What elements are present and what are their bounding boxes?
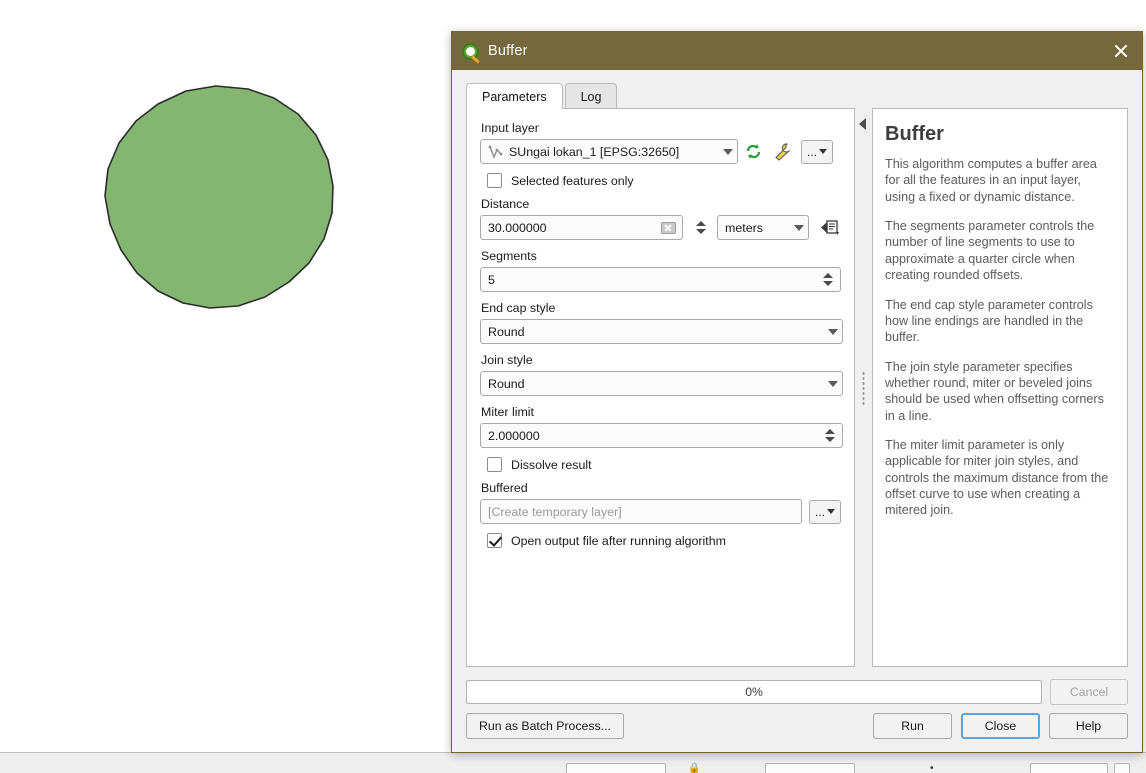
segments-input[interactable]: 5 xyxy=(480,267,841,292)
help-paragraph-1: This algorithm computes a buffer area fo… xyxy=(885,157,1097,204)
tab-log-label: Log xyxy=(580,89,602,104)
buffered-output-input[interactable]: [Create temporary layer] xyxy=(480,499,802,524)
buffer-polygon-feature xyxy=(104,85,334,309)
parameters-panel: Input layer SUngai lokan_1 [EPSG:32650] … xyxy=(466,108,855,667)
help-button-label: Help xyxy=(1075,719,1102,733)
buffer-dialog: Buffer Parameters Log Input layer SUngai… xyxy=(451,31,1143,753)
join-style-combo[interactable]: Round xyxy=(480,371,843,396)
selected-features-only-label: Selected features only xyxy=(511,173,634,188)
open-output-label: Open output file after running algorithm xyxy=(511,533,726,548)
progress-text: 0% xyxy=(745,685,763,699)
join-style-value: Round xyxy=(488,376,525,391)
chevron-down-icon xyxy=(794,224,804,231)
open-output-row[interactable]: Open output file after running algorithm xyxy=(487,533,841,548)
buffered-browse-button[interactable]: ... xyxy=(808,499,841,524)
buffered-label: Buffered xyxy=(481,481,528,495)
end-cap-style-label: End cap style xyxy=(481,301,556,315)
help-panel: Buffer This algorithm computes a buffer … xyxy=(872,108,1128,667)
content-row: Input layer SUngai lokan_1 [EPSG:32650] … xyxy=(452,108,1142,667)
tab-log[interactable]: Log xyxy=(564,83,618,109)
run-as-batch-button[interactable]: Run as Batch Process... xyxy=(466,713,624,739)
status-lock-icon[interactable]: 🔒 xyxy=(688,764,700,773)
line-geometry-icon xyxy=(488,145,503,159)
dialog-title-bar[interactable]: Buffer xyxy=(452,32,1142,70)
help-paragraph-5: The miter limit parameter is only applic… xyxy=(885,438,1109,518)
screen: 🔒 • Buffer Parameters Log Input layer SU… xyxy=(0,0,1146,773)
buffered-output-value: [Create temporary layer] xyxy=(488,504,622,519)
qgis-logo-icon xyxy=(462,42,480,64)
selected-features-only-checkbox[interactable] xyxy=(487,173,502,188)
help-paragraph-4: The join style parameter specifies wheth… xyxy=(885,359,1104,423)
status-magnifier-icon[interactable]: • xyxy=(930,764,934,773)
input-layer-browse-button[interactable]: ... xyxy=(801,139,834,164)
help-button[interactable]: Help xyxy=(1049,713,1128,739)
tab-parameters-label: Parameters xyxy=(482,89,547,104)
dialog-body: Parameters Log Input layer SUngai lokan_… xyxy=(452,70,1142,752)
progress-row: 0% Cancel xyxy=(466,679,1128,705)
input-layer-label: Input layer xyxy=(481,121,539,135)
help-paragraph-2: The segments parameter controls the numb… xyxy=(885,219,1095,283)
run-button-label: Run xyxy=(901,719,924,733)
distance-units-value: meters xyxy=(725,220,763,235)
input-layer-browse-label: ... xyxy=(807,144,818,159)
segments-stepper[interactable] xyxy=(820,268,836,291)
splitter-grip-icon[interactable] xyxy=(862,371,865,405)
dissolve-result-row[interactable]: Dissolve result xyxy=(487,457,841,472)
distance-stepper[interactable] xyxy=(693,216,709,239)
progress-bar: 0% xyxy=(466,680,1042,704)
dissolve-result-label: Dissolve result xyxy=(511,457,592,472)
chevron-down-icon xyxy=(723,148,733,155)
close-button-label: Close xyxy=(984,719,1017,733)
distance-input[interactable]: 30.000000 xyxy=(480,215,684,240)
miter-limit-value: 2.000000 xyxy=(488,428,540,443)
segments-value: 5 xyxy=(488,272,495,287)
panel-splitter[interactable] xyxy=(855,109,872,667)
run-as-batch-label: Run as Batch Process... xyxy=(479,719,611,733)
distance-label: Distance xyxy=(481,197,530,211)
buffered-browse-label: ... xyxy=(814,504,825,519)
status-rotation-box[interactable] xyxy=(1030,763,1108,773)
chevron-down-icon xyxy=(828,380,838,387)
chevron-down-icon xyxy=(819,149,828,154)
miter-limit-stepper[interactable] xyxy=(822,424,838,447)
qgis-status-bar: 🔒 • xyxy=(0,752,1146,773)
cancel-button[interactable]: Cancel xyxy=(1050,679,1128,705)
status-coordinate-box[interactable] xyxy=(566,763,666,773)
dialog-footer: 0% Cancel Run as Batch Process... Run Cl… xyxy=(452,667,1142,752)
open-output-checkbox[interactable] xyxy=(487,533,502,548)
segments-label: Segments xyxy=(481,249,537,263)
dialog-title: Buffer xyxy=(488,43,528,59)
cancel-button-label: Cancel xyxy=(1069,685,1109,699)
input-layer-combo[interactable]: SUngai lokan_1 [EPSG:32650] xyxy=(480,139,738,164)
distance-value: 30.000000 xyxy=(488,220,547,235)
end-cap-style-combo[interactable]: Round xyxy=(480,319,843,344)
chevron-down-icon xyxy=(827,509,835,514)
miter-limit-input[interactable]: 2.000000 xyxy=(480,423,843,448)
refresh-iterate-icon[interactable] xyxy=(745,142,766,161)
help-title: Buffer xyxy=(885,123,944,145)
status-render-check[interactable] xyxy=(1114,763,1130,773)
clear-x-icon[interactable] xyxy=(661,221,677,234)
wrench-icon[interactable] xyxy=(773,142,794,161)
close-icon[interactable] xyxy=(1112,42,1130,60)
status-scale-box[interactable] xyxy=(765,763,855,773)
distance-units-combo[interactable]: meters xyxy=(717,215,809,240)
tab-strip: Parameters Log xyxy=(466,82,1142,109)
miter-limit-label: Miter limit xyxy=(481,405,534,419)
data-defined-override-icon[interactable] xyxy=(819,218,841,237)
join-style-label: Join style xyxy=(481,353,533,367)
dissolve-result-checkbox[interactable] xyxy=(487,457,502,472)
close-button[interactable]: Close xyxy=(961,713,1040,739)
help-paragraph-3: The end cap style parameter controls how… xyxy=(885,297,1093,345)
run-button[interactable]: Run xyxy=(873,713,952,739)
input-layer-value: SUngai lokan_1 [EPSG:32650] xyxy=(509,144,680,159)
chevron-down-icon xyxy=(828,328,838,335)
end-cap-style-value: Round xyxy=(488,324,525,339)
collapse-left-triangle-icon[interactable] xyxy=(859,118,866,130)
selected-features-only-row[interactable]: Selected features only xyxy=(487,173,841,188)
tab-parameters[interactable]: Parameters xyxy=(466,83,563,109)
buttons-row: Run as Batch Process... Run Close Help xyxy=(466,713,1128,739)
